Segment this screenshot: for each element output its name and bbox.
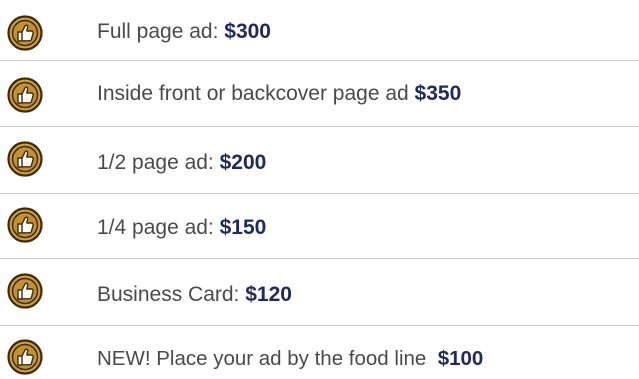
list-item: Full page ad: $300	[0, 6, 639, 58]
list-item: NEW! Place your ad by the food line $100	[0, 333, 639, 379]
item-text: Business Card:	[97, 283, 246, 306]
thumbs-up-badge-icon	[7, 77, 43, 113]
thumbs-up-badge-icon	[7, 339, 43, 375]
item-label: 1/4 page ad: $150	[97, 216, 266, 240]
item-label: 1/2 page ad: $200	[97, 151, 266, 175]
list-item: 1/4 page ad: $150	[0, 201, 639, 253]
item-text: NEW! Place your ad by the food line	[97, 347, 438, 370]
divider	[0, 126, 639, 127]
list-item: Inside front or backcover page ad $350	[0, 68, 639, 120]
item-text: 1/4 page ad:	[97, 216, 220, 239]
divider	[0, 193, 639, 194]
item-text: 1/2 page ad:	[97, 151, 220, 174]
item-price: $150	[219, 216, 267, 239]
item-label: Business Card: $120	[97, 283, 292, 307]
item-price: $120	[245, 283, 292, 306]
list-item: Business Card: $120	[0, 266, 639, 318]
item-price: $350	[414, 82, 462, 105]
item-text: Inside front or backcover page ad	[97, 82, 415, 105]
item-label: Full page ad: $300	[97, 20, 271, 44]
ad-pricing-list: Full page ad: $300 Inside front or backc…	[0, 0, 639, 379]
item-label: NEW! Place your ad by the food line $100	[97, 347, 483, 371]
list-item: 1/2 page ad: $200	[0, 134, 639, 186]
item-label: Inside front or backcover page ad $350	[97, 82, 461, 106]
thumbs-up-badge-icon	[7, 273, 43, 309]
item-price: $300	[224, 20, 271, 43]
item-price: $100	[437, 347, 484, 370]
thumbs-up-badge-icon	[7, 207, 43, 243]
thumbs-up-badge-icon	[7, 141, 43, 177]
item-text: Full page ad:	[97, 20, 225, 43]
thumbs-up-badge-icon	[7, 15, 43, 51]
item-price: $200	[219, 151, 267, 174]
divider	[0, 325, 639, 326]
divider	[0, 258, 639, 259]
divider	[0, 60, 639, 61]
